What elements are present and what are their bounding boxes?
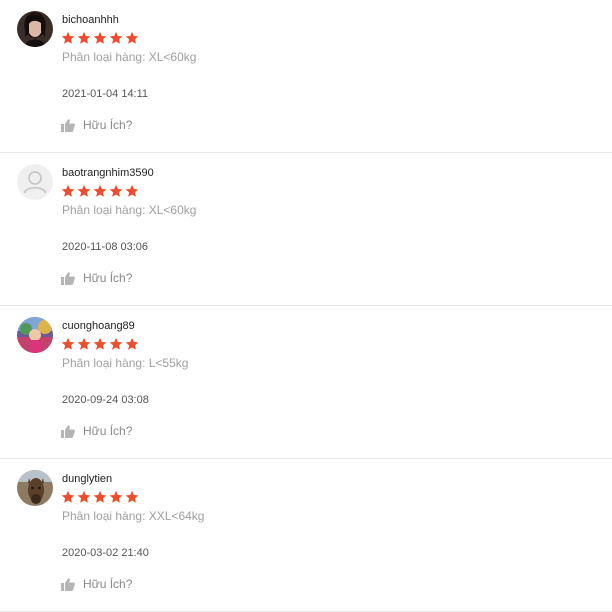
star-icon xyxy=(61,184,75,197)
product-variation: Phân loại hàng: XL<60kg xyxy=(62,50,196,64)
helpful-label: Hữu Ích? xyxy=(83,577,133,591)
review-item: baotrangnhim3590 Phân loại hàng: XL<60kg… xyxy=(0,153,612,306)
review-timestamp: 2021-01-04 14:11 xyxy=(62,88,149,100)
star-icon xyxy=(77,337,91,350)
helpful-button[interactable]: Hữu Ích? xyxy=(61,576,132,592)
product-variation: Phân loại hàng: L<55kg xyxy=(62,356,188,370)
thumbs-up-icon xyxy=(61,577,75,591)
variation-prefix: Phân loại hàng: xyxy=(62,203,149,217)
star-icon xyxy=(109,337,123,350)
star-icon xyxy=(93,184,107,197)
star-icon xyxy=(77,31,91,44)
star-icon xyxy=(61,31,75,44)
review-timestamp: 2020-03-02 21:40 xyxy=(62,547,149,559)
star-icon xyxy=(109,490,123,503)
star-icon xyxy=(61,490,75,503)
star-rating xyxy=(61,490,139,504)
username[interactable]: baotrangnhim3590 xyxy=(62,167,154,180)
username[interactable]: cuonghoang89 xyxy=(62,320,135,333)
star-rating xyxy=(61,337,139,351)
star-icon xyxy=(61,337,75,350)
star-icon xyxy=(109,184,123,197)
username[interactable]: dunglytien xyxy=(62,473,112,486)
star-icon xyxy=(77,184,91,197)
thumbs-up-icon xyxy=(61,118,75,132)
helpful-label: Hữu Ích? xyxy=(83,118,133,132)
star-icon xyxy=(77,490,91,503)
star-icon xyxy=(125,490,139,503)
product-variation: Phân loại hàng: XXL<64kg xyxy=(62,509,204,523)
review-item: dunglytien Phân loại hàng: XXL<64kg 2020… xyxy=(0,459,612,612)
helpful-button[interactable]: Hữu Ích? xyxy=(61,117,132,133)
avatar[interactable] xyxy=(17,317,53,353)
review-item: bichoanhhh Phân loại hàng: XL<60kg 2021-… xyxy=(0,0,612,153)
star-icon xyxy=(125,184,139,197)
username[interactable]: bichoanhhh xyxy=(62,14,119,27)
star-icon xyxy=(93,337,107,350)
variation-value: XXL<64kg xyxy=(148,509,205,523)
avatar[interactable] xyxy=(17,164,53,200)
variation-value: XL<60kg xyxy=(148,50,197,64)
star-icon xyxy=(93,490,107,503)
review-item: cuonghoang89 Phân loại hàng: L<55kg 2020… xyxy=(0,306,612,459)
helpful-label: Hữu Ích? xyxy=(83,271,133,285)
helpful-button[interactable]: Hữu Ích? xyxy=(61,423,132,439)
star-rating xyxy=(61,184,139,198)
star-rating xyxy=(61,31,139,45)
avatar[interactable] xyxy=(17,11,53,47)
star-icon xyxy=(125,337,139,350)
product-variation: Phân loại hàng: XL<60kg xyxy=(62,203,196,217)
variation-value: L<55kg xyxy=(148,356,189,370)
thumbs-up-icon xyxy=(61,424,75,438)
review-timestamp: 2020-09-24 03:08 xyxy=(62,394,149,406)
thumbs-up-icon xyxy=(61,271,75,285)
variation-value: XL<60kg xyxy=(148,203,197,217)
star-icon xyxy=(93,31,107,44)
variation-prefix: Phân loại hàng: xyxy=(62,509,149,523)
avatar[interactable] xyxy=(17,470,53,506)
review-timestamp: 2020-11-08 03:06 xyxy=(62,241,149,253)
star-icon xyxy=(125,31,139,44)
star-icon xyxy=(109,31,123,44)
helpful-label: Hữu Ích? xyxy=(83,424,133,438)
helpful-button[interactable]: Hữu Ích? xyxy=(61,270,132,286)
variation-prefix: Phân loại hàng: xyxy=(62,356,149,370)
variation-prefix: Phân loại hàng: xyxy=(62,50,149,64)
